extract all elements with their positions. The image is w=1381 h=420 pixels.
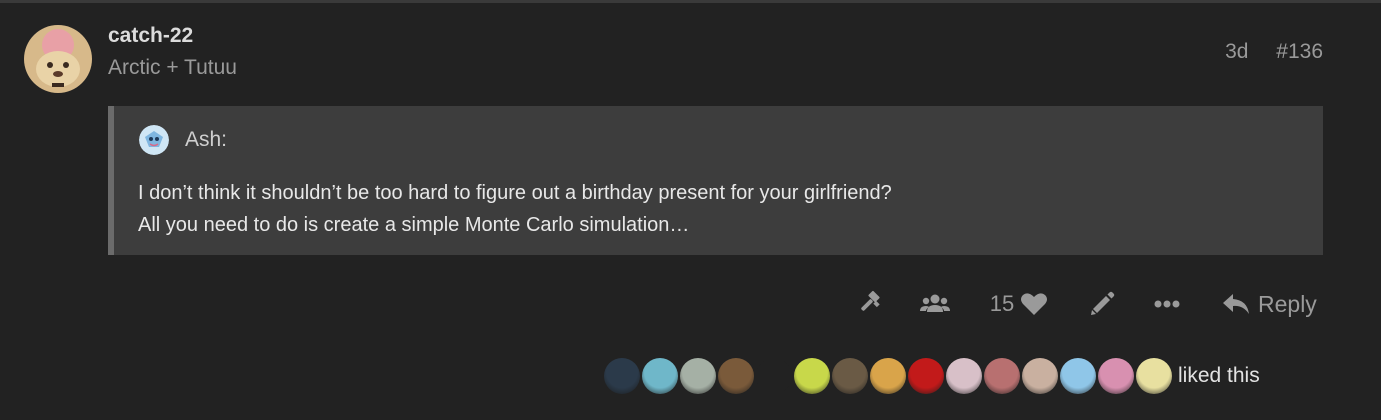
like-button[interactable]: 15: [983, 284, 1055, 324]
liker-avatar[interactable]: [832, 358, 868, 394]
quote-line: I don’t think it shouldn’t be too hard t…: [138, 182, 892, 204]
liker-avatar[interactable]: [642, 358, 678, 394]
liker-avatar[interactable]: [1098, 358, 1134, 394]
post-meta: 3d #136: [1203, 40, 1323, 64]
users-icon: [920, 291, 950, 317]
liker-avatar[interactable]: [718, 358, 754, 394]
more-button[interactable]: [1151, 284, 1183, 324]
liker-avatar[interactable]: [870, 358, 906, 394]
ellipsis-icon: [1153, 299, 1181, 309]
avatar[interactable]: [24, 25, 92, 93]
liker-avatar[interactable]: [794, 358, 830, 394]
liker-avatar[interactable]: [680, 358, 716, 394]
liked-by-row: liked this: [604, 357, 1260, 395]
quote-author[interactable]: Ash:: [185, 128, 227, 152]
reply-label: Reply: [1258, 290, 1317, 317]
post-number[interactable]: #136: [1276, 40, 1323, 63]
pencil-icon: [1088, 290, 1116, 318]
liker-avatar[interactable]: [984, 358, 1020, 394]
flag-button[interactable]: [855, 284, 887, 324]
post-age[interactable]: 3d: [1225, 40, 1248, 63]
quote-avatar[interactable]: [139, 125, 169, 155]
like-count: 15: [989, 291, 1015, 316]
username[interactable]: catch-22: [108, 24, 193, 48]
quote-text: I don’t think it shouldn’t be too hard t…: [138, 177, 892, 241]
liker-avatar[interactable]: [1136, 358, 1172, 394]
top-divider: [0, 0, 1381, 3]
heart-icon: [1020, 291, 1048, 317]
liker-avatars: [604, 358, 1174, 394]
quote-line: All you need to do is create a simple Mo…: [138, 214, 690, 236]
liker-avatar[interactable]: [908, 358, 944, 394]
quote-block: Ash: I don’t think it shouldn’t be too h…: [108, 106, 1323, 255]
liker-avatar[interactable]: [604, 358, 640, 394]
liker-avatar[interactable]: [946, 358, 982, 394]
liker-avatar[interactable]: [1060, 358, 1096, 394]
reply-button[interactable]: Reply: [1222, 284, 1326, 324]
user-title: Arctic + Tutuu: [108, 56, 237, 79]
who-liked-button[interactable]: [918, 284, 952, 324]
liker-avatar[interactable]: [756, 358, 792, 394]
reply-icon: [1222, 292, 1250, 316]
liked-this-label: liked this: [1178, 364, 1260, 387]
gavel-icon: [857, 290, 885, 318]
liker-avatar[interactable]: [1022, 358, 1058, 394]
edit-button[interactable]: [1086, 284, 1118, 324]
